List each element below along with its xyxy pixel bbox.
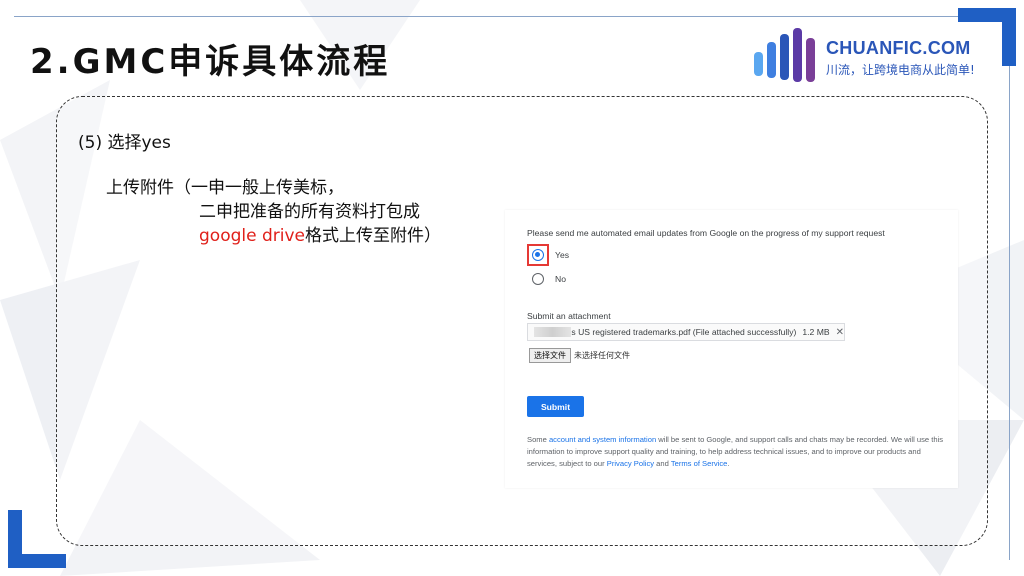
desc-line-3: google drive格式上传至附件） <box>106 224 441 248</box>
desc-highlight: google drive <box>199 226 305 246</box>
radio-no-wrap <box>527 268 549 290</box>
desc-line-2: 二申把准备的所有资料打包成 <box>199 202 420 222</box>
logo-name: CHUANFIC.COM <box>826 38 971 58</box>
page-title: 2.GMC申诉具体流程 <box>30 42 391 82</box>
radio-no-label: No <box>555 274 566 284</box>
brand-logo: CHUANFIC.COM 川流，让跨境电商从此简单! <box>752 26 992 86</box>
email-updates-question: Please send me automated email updates f… <box>527 228 885 238</box>
privacy-footer: Some account and system information will… <box>527 434 947 470</box>
desc-line-1: 上传附件（一申一般上传美标， <box>106 178 344 198</box>
attachment-label: Submit an attachment <box>527 311 611 321</box>
submit-button[interactable]: Submit <box>527 396 584 417</box>
attached-file-chip: s US registered trademarks.pdf (File att… <box>527 323 845 341</box>
support-form-screenshot: Please send me automated email updates f… <box>505 210 958 488</box>
radio-no[interactable] <box>532 273 544 285</box>
desc-line-3-rest: 格式上传至附件） <box>305 226 441 246</box>
terms-of-service-link[interactable]: Terms of Service <box>671 459 728 468</box>
step-description: 上传附件（一申一般上传美标， 二申把准备的所有资料打包成 google driv… <box>106 176 441 248</box>
file-picker-status: 未选择任何文件 <box>574 351 630 360</box>
close-icon[interactable]: ✕ <box>836 327 844 338</box>
footer-text-3: and <box>654 459 671 468</box>
logo-slogan: 川流，让跨境电商从此简单! <box>826 63 975 77</box>
footer-text-4: . <box>727 459 730 468</box>
radio-option-yes[interactable]: Yes <box>527 244 569 266</box>
privacy-policy-link[interactable]: Privacy Policy <box>607 459 654 468</box>
radio-yes[interactable] <box>532 249 544 261</box>
account-info-link[interactable]: account and system information <box>549 435 656 444</box>
file-name: s US registered trademarks.pdf (File att… <box>571 327 797 337</box>
footer-text-1: Some <box>527 435 549 444</box>
logo-bars-icon <box>754 28 815 82</box>
choose-file-button[interactable]: 选择文件 <box>529 348 571 363</box>
radio-option-no[interactable]: No <box>527 268 566 290</box>
radio-yes-label: Yes <box>555 250 570 260</box>
step-title: (5) 选择yes <box>78 133 171 153</box>
redacted-filename <box>534 327 572 337</box>
file-size: 1.2 MB <box>802 327 830 337</box>
file-picker: 选择文件 未选择任何文件 <box>529 348 630 363</box>
selection-highlight-box <box>527 244 549 266</box>
